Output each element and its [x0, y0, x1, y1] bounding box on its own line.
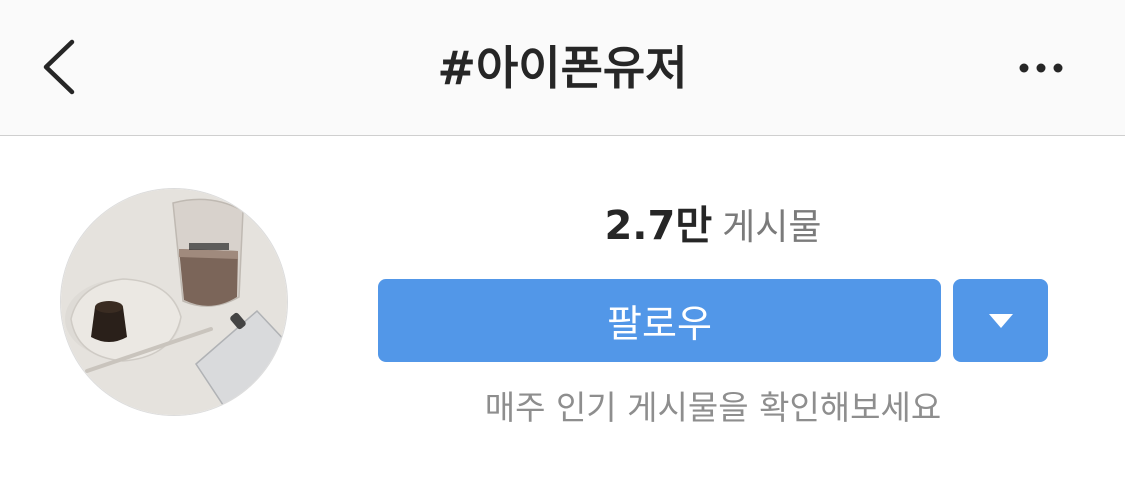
page-title: #아이폰유저: [437, 41, 688, 95]
weekly-top-posts-hint: 매주 인기 게시물을 확인해보세요: [484, 388, 942, 427]
post-count: 2.7만 게시물: [378, 198, 1048, 254]
top-nav-bar: #아이폰유저: [0, 0, 1125, 136]
follow-dropdown-button[interactable]: [953, 279, 1048, 362]
post-count-value: 2.7만: [604, 203, 713, 249]
follow-button[interactable]: 팔로우: [378, 279, 941, 362]
avatar-image: [61, 189, 287, 415]
caret-down-icon: [988, 313, 1013, 328]
post-count-label: 게시물: [722, 207, 822, 248]
follow-button-label: 팔로우: [607, 302, 712, 346]
hashtag-avatar[interactable]: [60, 188, 288, 416]
more-options-button[interactable]: [1010, 50, 1070, 86]
more-horizontal-icon: [1019, 63, 1063, 73]
